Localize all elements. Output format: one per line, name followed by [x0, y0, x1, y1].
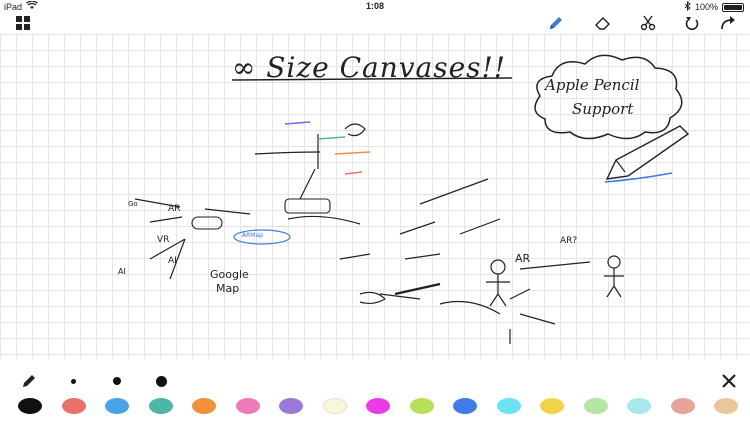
- status-time: 1:08: [365, 1, 384, 11]
- note-ar-right: AR: [515, 252, 531, 265]
- canvas-title: ∞ Size Canvases!!: [232, 51, 507, 84]
- grid-menu-icon[interactable]: [12, 12, 34, 34]
- note-map: Map: [216, 282, 240, 295]
- color-palette: [18, 398, 750, 414]
- color-swatch-8[interactable]: [322, 398, 347, 414]
- close-icon[interactable]: [720, 372, 738, 390]
- color-swatch-7[interactable]: [279, 398, 303, 414]
- battery-percent: 100%: [694, 2, 718, 12]
- color-swatch-9[interactable]: [366, 398, 390, 414]
- cloud-text-line1: Apple Pencil: [545, 76, 640, 94]
- pen-size-picker: [18, 370, 194, 392]
- pen-icon[interactable]: [545, 12, 567, 34]
- pen-size-small[interactable]: [62, 370, 84, 392]
- note-armap: ARMap: [242, 232, 263, 239]
- color-swatch-5[interactable]: [192, 398, 216, 414]
- color-swatch-12[interactable]: [496, 398, 521, 414]
- note-vr: VR: [157, 235, 170, 245]
- color-swatch-10[interactable]: [409, 398, 434, 414]
- pen-size-icon[interactable]: [18, 370, 40, 392]
- note-ar: AR: [168, 204, 181, 214]
- scissors-icon[interactable]: [637, 12, 659, 34]
- pen-size-medium[interactable]: [106, 370, 128, 392]
- bottom-bar: [0, 358, 750, 422]
- color-swatch-17[interactable]: [714, 398, 738, 414]
- color-swatch-14[interactable]: [583, 398, 608, 414]
- pen-size-large[interactable]: [150, 370, 172, 392]
- color-swatch-15[interactable]: [627, 398, 651, 414]
- eraser-icon[interactable]: [592, 12, 614, 34]
- note-ai-left: AI: [118, 267, 126, 276]
- drawing-canvas[interactable]: ∞ Size Canvases!! Apple Pencil Support A…: [0, 34, 750, 358]
- color-swatch-16[interactable]: [670, 398, 695, 414]
- status-bar: iPad 1:08 100%: [0, 0, 750, 12]
- note-ai: AI: [168, 256, 177, 266]
- note-ar-question: AR?: [560, 236, 578, 246]
- note-go: Go: [128, 200, 138, 208]
- note-google: Google: [210, 268, 249, 281]
- color-swatch-1[interactable]: [18, 398, 42, 414]
- color-swatch-11[interactable]: [453, 398, 477, 414]
- toolbar: [0, 12, 750, 34]
- color-swatch-6[interactable]: [235, 398, 260, 414]
- cloud-text-line2: Support: [572, 100, 634, 118]
- redo-icon[interactable]: [717, 12, 739, 34]
- undo-icon[interactable]: [681, 12, 703, 34]
- battery-level: [724, 4, 742, 10]
- battery-icon: [722, 2, 744, 12]
- color-swatch-2[interactable]: [61, 398, 86, 414]
- color-swatch-13[interactable]: [540, 398, 564, 414]
- color-swatch-3[interactable]: [105, 398, 129, 414]
- color-swatch-4[interactable]: [148, 398, 173, 414]
